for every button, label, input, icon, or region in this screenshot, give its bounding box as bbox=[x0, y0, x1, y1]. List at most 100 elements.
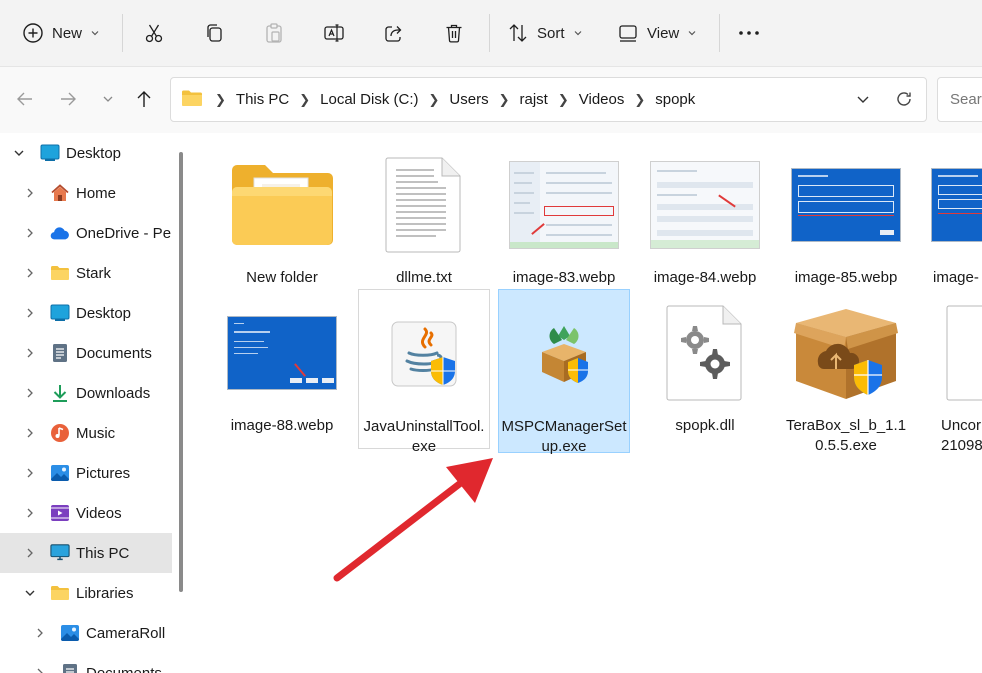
nav-item-this-pc[interactable]: This PC bbox=[0, 533, 172, 573]
address-bar[interactable]: ❯ This PC ❯ Local Disk (C:) ❯ Users ❯ ra… bbox=[170, 77, 927, 122]
pictures-icon bbox=[50, 463, 70, 483]
chevron-down-icon[interactable] bbox=[13, 147, 25, 159]
toolbar-divider bbox=[122, 14, 123, 52]
nav-item-label: Documents bbox=[76, 344, 152, 362]
breadcrumb-item[interactable]: Users bbox=[449, 91, 488, 108]
nav-item-music[interactable]: Music bbox=[0, 413, 172, 453]
arrow-up-icon bbox=[134, 89, 154, 112]
desktop-icon bbox=[50, 303, 70, 323]
file-name: spopk.dll bbox=[675, 417, 735, 434]
search-input[interactable]: Search bbox=[937, 77, 982, 122]
file-tile[interactable]: dllme.txt bbox=[358, 141, 490, 301]
new-button[interactable]: New bbox=[22, 13, 100, 53]
delete-button[interactable] bbox=[443, 13, 465, 53]
file-tile[interactable]: spopk.dll bbox=[639, 289, 771, 449]
breadcrumb-item[interactable]: rajst bbox=[520, 91, 548, 108]
image-thumbnail bbox=[921, 149, 982, 261]
chevron-right-icon[interactable] bbox=[24, 347, 36, 359]
rename-button[interactable] bbox=[323, 13, 345, 53]
file-tile[interactable]: JavaUninstallTool.exe bbox=[358, 289, 490, 455]
nav-item-cameraroll[interactable]: CameraRoll bbox=[0, 613, 172, 653]
sort-icon bbox=[507, 22, 529, 44]
breadcrumb-item[interactable]: spopk bbox=[655, 91, 695, 108]
sort-button[interactable]: Sort bbox=[507, 13, 583, 53]
chevron-right-icon[interactable] bbox=[24, 307, 36, 319]
image-thumbnail bbox=[216, 297, 348, 409]
navigation-scrollbar[interactable] bbox=[179, 152, 183, 592]
file-tile[interactable]: New folder bbox=[216, 141, 348, 301]
sort-label: Sort bbox=[537, 24, 565, 42]
file-tile[interactable]: Uncor 921098. bbox=[921, 289, 982, 454]
file-name: dllme.txt bbox=[396, 269, 452, 286]
cut-button[interactable] bbox=[143, 13, 165, 53]
nav-item-home[interactable]: Home bbox=[0, 173, 172, 213]
chevron-right-icon[interactable] bbox=[24, 227, 36, 239]
chevron-right-icon[interactable] bbox=[34, 667, 46, 673]
share-button[interactable] bbox=[383, 13, 405, 53]
toolbar-divider bbox=[489, 14, 490, 52]
cut-icon bbox=[143, 22, 165, 44]
copy-icon bbox=[203, 22, 225, 44]
nav-item-desktop-root[interactable]: Desktop bbox=[0, 133, 172, 173]
file-name: JavaUninstallTool.exe bbox=[363, 418, 485, 455]
nav-item-library-documents[interactable]: Documents bbox=[0, 653, 172, 673]
file-name: image-83.webp bbox=[512, 269, 616, 286]
file-tile[interactable]: image-83.webp bbox=[498, 141, 630, 301]
chevron-right-icon[interactable] bbox=[34, 627, 46, 639]
nav-item-label: OneDrive - Per bbox=[76, 224, 172, 242]
breadcrumb-separator: ❯ bbox=[498, 91, 510, 107]
nav-item-videos[interactable]: Videos bbox=[0, 493, 172, 533]
chevron-right-icon[interactable] bbox=[24, 507, 36, 519]
more-options-button[interactable] bbox=[737, 13, 761, 53]
breadcrumb-item[interactable]: Local Disk (C:) bbox=[320, 91, 418, 108]
breadcrumb-separator: ❯ bbox=[299, 91, 311, 107]
toolbar-divider bbox=[719, 14, 720, 52]
plus-circle-icon bbox=[22, 22, 44, 44]
text-file-icon bbox=[358, 149, 490, 261]
chevron-right-icon[interactable] bbox=[24, 387, 36, 399]
forward-button[interactable] bbox=[53, 85, 83, 115]
chevron-right-icon[interactable] bbox=[24, 547, 36, 559]
chevron-right-icon[interactable] bbox=[24, 427, 36, 439]
pictures-icon bbox=[60, 623, 80, 643]
chevron-right-icon[interactable] bbox=[24, 267, 36, 279]
delete-icon bbox=[443, 22, 465, 44]
search-placeholder: Search bbox=[950, 91, 982, 108]
refresh-icon[interactable] bbox=[894, 89, 914, 112]
more-icon bbox=[737, 22, 761, 44]
recent-locations-button[interactable] bbox=[93, 85, 123, 115]
paste-button[interactable] bbox=[263, 13, 285, 53]
file-tile[interactable]: image- bbox=[921, 141, 982, 301]
documents-icon bbox=[60, 663, 80, 673]
chevron-right-icon[interactable] bbox=[24, 467, 36, 479]
nav-item-downloads[interactable]: Downloads bbox=[0, 373, 172, 413]
address-history-chevron-icon[interactable] bbox=[854, 90, 872, 111]
nav-item-label: CameraRoll bbox=[86, 624, 166, 642]
file-tile[interactable]: image-85.webp bbox=[780, 141, 912, 301]
chevron-down-icon[interactable] bbox=[24, 587, 36, 599]
up-button[interactable] bbox=[129, 85, 159, 115]
nav-item-stark[interactable]: Stark bbox=[0, 253, 172, 293]
file-name: image-88.webp bbox=[230, 417, 334, 434]
back-button[interactable] bbox=[10, 85, 40, 115]
chevron-down-icon bbox=[90, 28, 100, 38]
file-tile[interactable]: image-84.webp bbox=[639, 141, 771, 301]
folder-thumbnail bbox=[216, 149, 348, 261]
nav-item-documents[interactable]: Documents bbox=[0, 333, 172, 373]
view-button[interactable]: View bbox=[617, 13, 697, 53]
file-tile[interactable]: image-88.webp bbox=[216, 289, 348, 449]
copy-button[interactable] bbox=[203, 13, 225, 53]
breadcrumb-item[interactable]: Videos bbox=[579, 91, 625, 108]
breadcrumb-item[interactable]: This PC bbox=[236, 91, 289, 108]
file-tile[interactable]: MSPCManagerSetup.exe bbox=[498, 289, 630, 455]
nav-item-onedrive[interactable]: OneDrive - Per bbox=[0, 213, 172, 253]
chevron-right-icon[interactable] bbox=[24, 187, 36, 199]
nav-item-desktop[interactable]: Desktop bbox=[0, 293, 172, 333]
nav-item-label: Desktop bbox=[76, 304, 132, 322]
java-app-icon bbox=[359, 298, 489, 410]
nav-item-libraries[interactable]: Libraries bbox=[0, 573, 172, 613]
arrow-right-icon bbox=[58, 89, 78, 112]
file-tile[interactable]: TeraBox_sl_b_1.10.5.5.exe bbox=[780, 289, 912, 454]
nav-item-pictures[interactable]: Pictures bbox=[0, 453, 172, 493]
nav-item-label: Home bbox=[76, 184, 117, 202]
